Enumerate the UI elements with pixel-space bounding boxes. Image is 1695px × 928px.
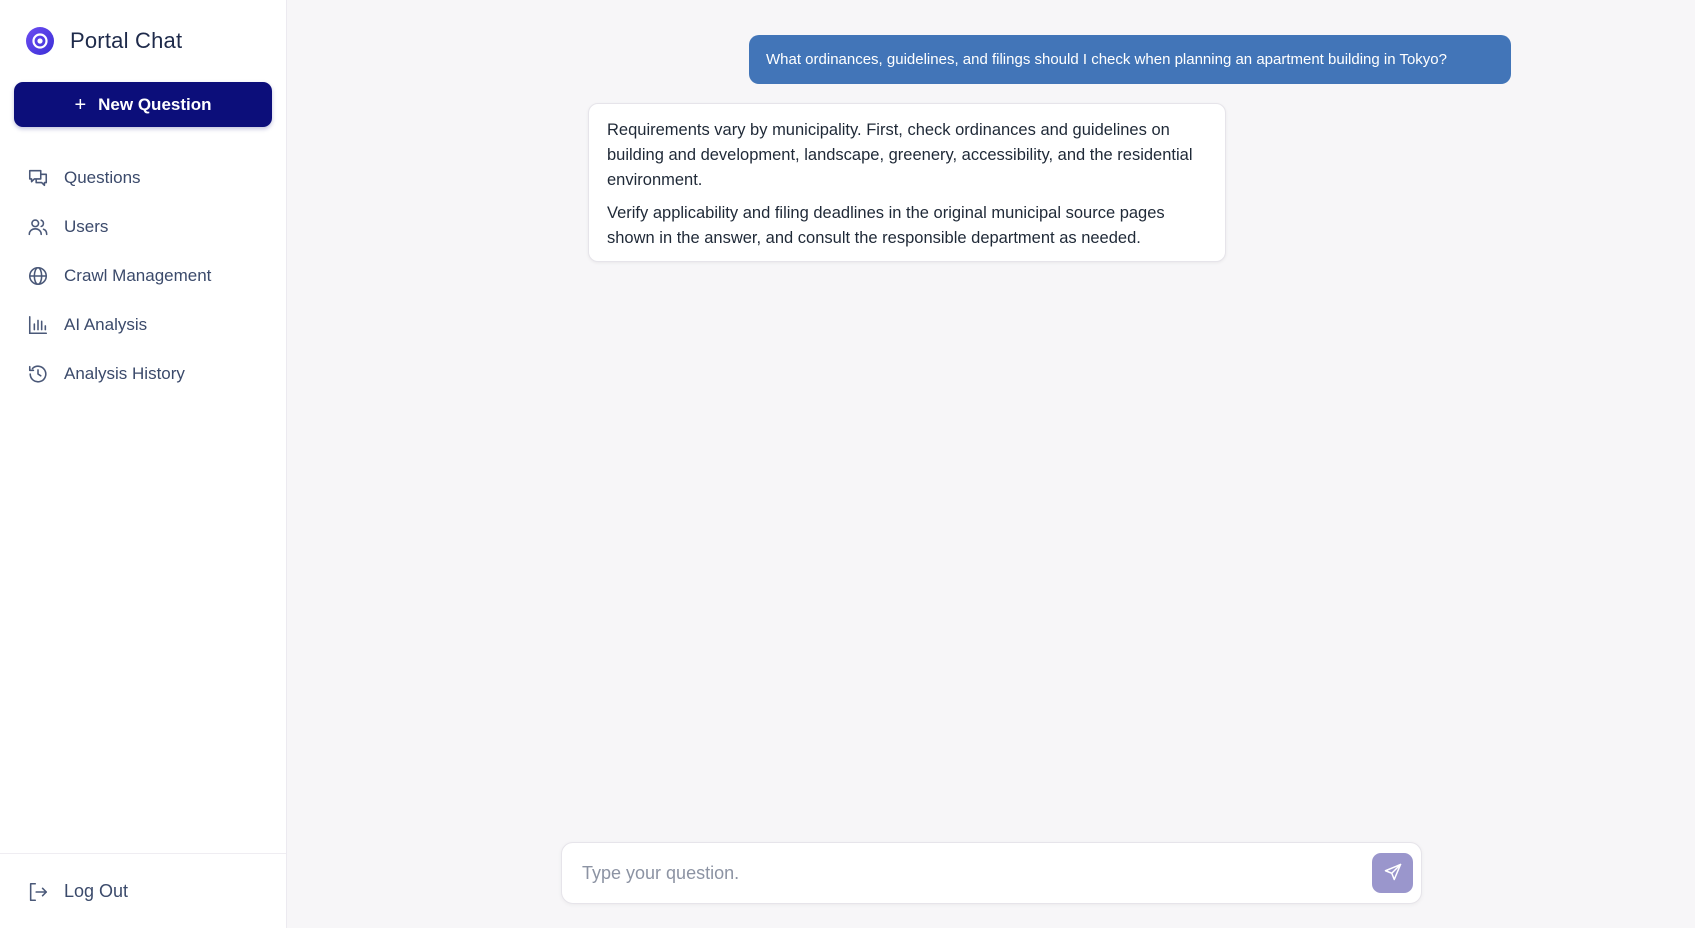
new-question-button[interactable]: + New Question bbox=[14, 82, 272, 127]
plus-icon: + bbox=[74, 93, 87, 116]
chat-bubbles-icon bbox=[26, 166, 50, 190]
sidebar: Portal Chat + New Question Questions Use… bbox=[0, 0, 287, 928]
sidebar-item-label: Crawl Management bbox=[64, 265, 212, 285]
sidebar-item-analysis-history[interactable]: Analysis History bbox=[0, 349, 286, 398]
question-input[interactable] bbox=[562, 853, 1372, 893]
sidebar-footer: Log Out bbox=[0, 853, 286, 928]
logout-label: Log Out bbox=[64, 881, 129, 901]
logout-icon bbox=[26, 880, 50, 904]
users-icon bbox=[26, 215, 50, 239]
assistant-message-bubble: Requirements vary by municipality. First… bbox=[588, 103, 1226, 262]
app-root: Portal Chat + New Question Questions Use… bbox=[0, 0, 1695, 928]
user-message-bubble: What ordinances, guidelines, and filings… bbox=[749, 35, 1511, 84]
sidebar-item-crawl-management[interactable]: Crawl Management bbox=[0, 251, 286, 300]
app-title: Portal Chat bbox=[70, 28, 183, 53]
sidebar-item-label: Analysis History bbox=[64, 363, 185, 383]
chat-area: What ordinances, guidelines, and filings… bbox=[287, 0, 1695, 928]
history-icon bbox=[26, 362, 50, 386]
sidebar-item-label: Users bbox=[64, 216, 109, 236]
sidebar-item-label: AI Analysis bbox=[64, 314, 148, 334]
sidebar-item-ai-analysis[interactable]: AI Analysis bbox=[0, 300, 286, 349]
brand: Portal Chat bbox=[0, 0, 286, 82]
portal-logo-icon bbox=[26, 27, 54, 55]
sidebar-item-users[interactable]: Users bbox=[0, 202, 286, 251]
new-question-label: New Question bbox=[98, 94, 212, 114]
sidebar-item-questions[interactable]: Questions bbox=[0, 153, 286, 202]
logout-button[interactable]: Log Out bbox=[0, 854, 286, 928]
sidebar-nav: Questions Users Crawl Management AI Anal… bbox=[0, 153, 286, 398]
user-message-text: What ordinances, guidelines, and filings… bbox=[766, 51, 1447, 68]
sidebar-item-label: Questions bbox=[64, 167, 141, 187]
send-button[interactable] bbox=[1372, 853, 1413, 893]
message-composer bbox=[561, 842, 1422, 904]
bar-chart-icon bbox=[26, 313, 50, 337]
assistant-paragraph: Requirements vary by municipality. First… bbox=[607, 121, 1193, 189]
assistant-paragraph: Verify applicability and filing deadline… bbox=[607, 204, 1165, 247]
send-icon bbox=[1383, 862, 1403, 885]
globe-icon bbox=[26, 264, 50, 288]
